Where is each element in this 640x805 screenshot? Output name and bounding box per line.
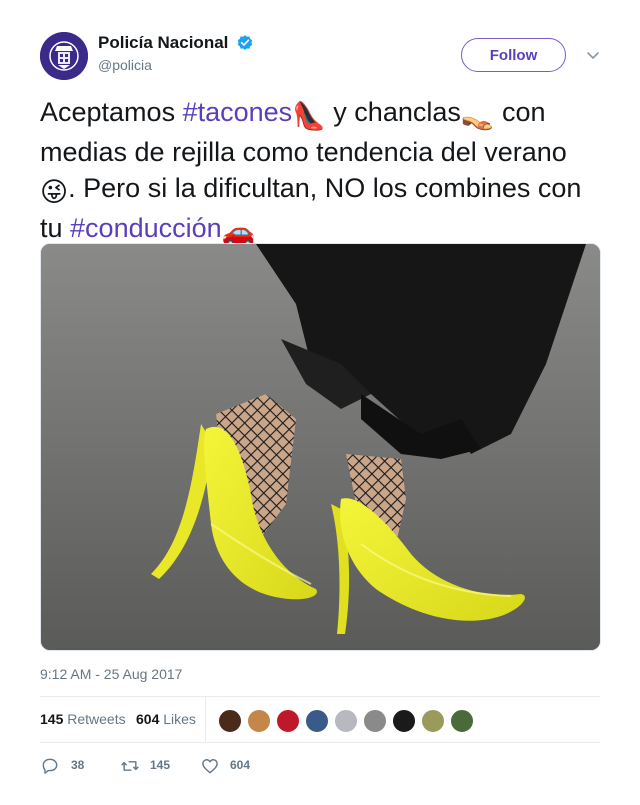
hashtag-link[interactable]: #conducción (70, 213, 222, 243)
sandal-emoji-icon: 👡 (460, 101, 495, 131)
likes-stat[interactable]: 604 Likes (136, 711, 196, 727)
liker-avatar[interactable] (334, 709, 358, 733)
stats-divider (205, 697, 206, 743)
retweets-count: 145 (40, 711, 64, 727)
heart-icon (202, 759, 218, 774)
tweet-text-segment: Aceptamos (40, 97, 183, 127)
liker-avatar[interactable] (305, 709, 329, 733)
follow-button[interactable]: Follow (461, 38, 566, 72)
reply-button[interactable]: 38 (40, 755, 100, 777)
reply-count: 38 (71, 758, 85, 772)
liker-avatar[interactable] (392, 709, 416, 733)
yellow-heels-photo (41, 244, 600, 650)
likes-count: 604 (136, 711, 160, 727)
tweet-actions: 38 145 604 (40, 755, 600, 779)
liker-avatar[interactable] (450, 709, 474, 733)
verified-badge-icon (237, 35, 253, 50)
like-button[interactable]: 604 (200, 755, 270, 777)
police-crest-icon (40, 32, 88, 80)
like-count: 604 (230, 758, 251, 772)
display-name[interactable]: Policía Nacional (98, 33, 228, 53)
user-info: Policía Nacional @policia (98, 33, 254, 73)
user-handle[interactable]: @policia (98, 57, 254, 73)
likes-label: Likes (163, 711, 196, 727)
hashtag-link[interactable]: #tacones (183, 97, 293, 127)
retweet-count: 145 (150, 758, 171, 772)
tweet-stats: 145 Retweets 604 Likes (40, 696, 600, 743)
retweet-icon (121, 761, 139, 771)
liker-avatar[interactable] (218, 709, 242, 733)
tweet-media-photo[interactable] (40, 243, 601, 651)
reply-icon (42, 758, 58, 774)
liker-avatar[interactable] (276, 709, 300, 733)
retweets-label: Retweets (67, 711, 126, 727)
high-heel-emoji-icon: 👠 (292, 101, 326, 131)
avatar[interactable] (40, 32, 88, 80)
tweet-text: Aceptamos #tacones👠 y chanclas👡 con medi… (40, 94, 600, 250)
tweet-header: Policía Nacional @policia Follow (40, 30, 600, 82)
liker-avatar[interactable] (421, 709, 445, 733)
tweet-timestamp[interactable]: 9:12 AM - 25 Aug 2017 (40, 666, 182, 682)
chevron-down-icon[interactable] (585, 47, 601, 63)
liker-avatar[interactable] (247, 709, 271, 733)
retweets-stat[interactable]: 145 Retweets (40, 711, 126, 727)
tweet-text-segment: y chanclas (325, 97, 461, 127)
retweet-button[interactable]: 145 (120, 755, 190, 777)
liker-avatar[interactable] (363, 709, 387, 733)
winking-tongue-emoji-icon: 😜 (40, 177, 69, 207)
